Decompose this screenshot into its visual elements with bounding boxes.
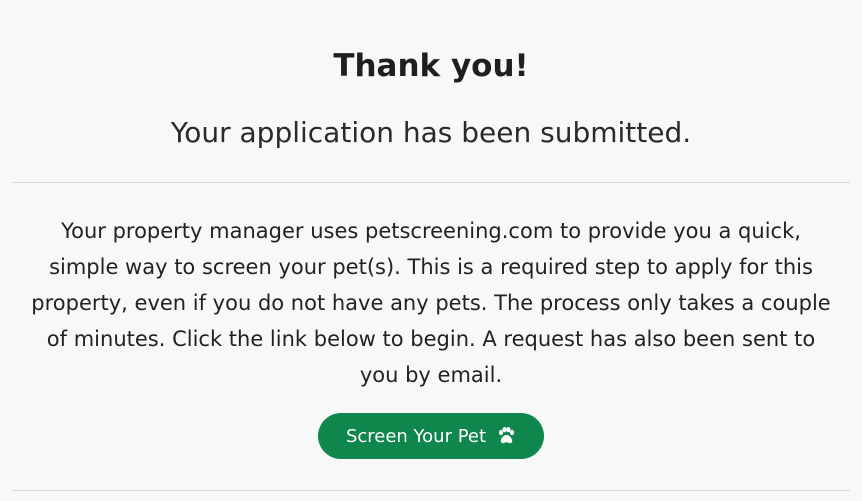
page-title: Thank you!: [333, 48, 529, 84]
confirmation-page: Thank you! Your application has been sub…: [0, 0, 862, 501]
pet-screening-message: Your property manager uses petscreening.…: [31, 219, 831, 387]
screen-your-pet-button[interactable]: Screen Your Pet: [318, 413, 544, 459]
paw-icon: [496, 426, 516, 446]
divider: [12, 182, 850, 183]
screen-your-pet-label: Screen Your Pet: [345, 425, 487, 447]
divider: [12, 490, 850, 491]
page-subtitle: Your application has been submitted.: [170, 116, 692, 149]
